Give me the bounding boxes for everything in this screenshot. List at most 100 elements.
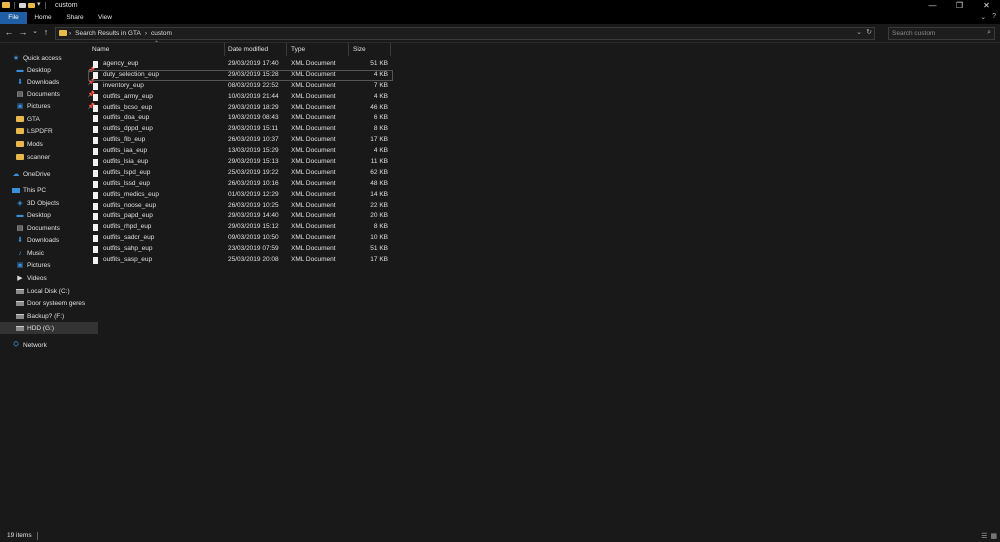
file-type: XML Document (291, 147, 336, 155)
file-date-modified: 25/03/2019 20:08 (228, 256, 279, 264)
sidebar-item-hdd-g[interactable]: HDD (G:) (0, 322, 98, 334)
forward-button[interactable]: → (17, 27, 29, 37)
file-name: outfits_sahp_eup (103, 245, 153, 253)
sidebar-item-desktop[interactable]: ▬ Desktop (0, 209, 98, 221)
sidebar-item-label: OneDrive (23, 170, 51, 178)
column-header-type[interactable]: Type (291, 43, 347, 56)
properties-icon[interactable] (19, 2, 26, 8)
file-row[interactable]: outfits_medics_eup 01/03/2019 12:29 XML Do… (88, 190, 393, 201)
breadcrumb-custom[interactable]: custom (151, 29, 172, 38)
column-header-date-modified[interactable]: Date modified (228, 43, 284, 56)
file-date-modified: 26/03/2019 10:25 (228, 201, 279, 209)
file-date-modified: 29/03/2019 17:40 (228, 60, 279, 67)
file-row[interactable]: inventory_eup 08/03/2019 22:52 XML Documen… (88, 81, 393, 92)
up-button[interactable]: ↑ (40, 27, 52, 37)
file-row[interactable]: outfits_sahp_eup 23/03/2019 07:59 XML Docu… (88, 244, 393, 255)
sidebar-item-documents-pinned[interactable]: ▤ Documents 📌 (0, 88, 98, 100)
search-input[interactable] (892, 28, 977, 38)
minimize-button[interactable]: — (919, 0, 946, 12)
sidebar-item-this-pc[interactable]: This PC (0, 184, 94, 196)
file-row[interactable]: outfits_army_eup 10/03/2019 21:44 XML Docu… (88, 92, 393, 103)
address-bar[interactable]: › Search Results in GTA › custom ⌄ ↻ (55, 27, 875, 40)
file-row[interactable]: outfits_iaa_eup 13/03/2019 15:29 XML Docum… (88, 146, 393, 157)
sidebar-item-pictures-pinned[interactable]: ▣ Pictures 📌 (0, 100, 98, 112)
sidebar-item-local-disk-c[interactable]: Local Disk (C:) (0, 285, 98, 297)
file-row[interactable]: outfits_fib_eup 26/03/2019 10:37 XML Docum… (88, 135, 393, 146)
documents-icon: ▤ (16, 91, 24, 98)
tab-file[interactable]: File (0, 12, 27, 24)
file-row[interactable]: outfits_bcso_eup 29/03/2019 18:29 XML Docu… (88, 103, 393, 114)
large-icons-view-icon[interactable]: ▦ (990, 532, 997, 540)
sidebar-item-network[interactable]: ⛭ Network (0, 339, 94, 351)
breadcrumb-chevron-icon[interactable]: › (69, 29, 71, 38)
sidebar-item-desktop-pinned[interactable]: ▬ Desktop 📌 (0, 64, 98, 76)
file-row[interactable]: outfits_doa_eup 19/03/2019 08:43 XML Docum… (88, 113, 393, 124)
sidebar-item-documents[interactable]: ▤ Documents (0, 222, 98, 234)
tab-home[interactable]: Home (30, 12, 56, 24)
file-row[interactable]: outfits_sadcr_eup 09/03/2019 10:50 XML Doc… (88, 233, 393, 244)
sidebar-item-label: Desktop (27, 211, 51, 219)
file-row[interactable]: duty_selection_eup 29/03/2019 15:28 XML Do… (88, 69, 393, 81)
xml-file-icon (93, 213, 98, 221)
column-divider[interactable] (390, 43, 391, 56)
details-view-icon[interactable]: ☰ (981, 532, 987, 540)
sidebar-item-pictures[interactable]: ▣ Pictures (0, 259, 98, 271)
documents-icon: ▤ (16, 225, 24, 232)
sidebar-item-label: Downloads (27, 236, 60, 244)
file-name: outfits_bcso_eup (103, 103, 153, 111)
sidebar-item-3d-objects[interactable]: ◈ 3D Objects (0, 197, 98, 209)
address-dropdown-icon[interactable]: ⌄ (856, 28, 862, 38)
file-row[interactable]: outfits_lssd_eup 26/03/2019 10:16 XML Docu… (88, 179, 393, 190)
sidebar-item-gta[interactable]: GTA (0, 113, 98, 125)
search-box[interactable]: ⌕ (888, 27, 995, 40)
computer-icon (12, 187, 20, 193)
file-date-modified: 29/03/2019 15:13 (228, 158, 279, 166)
file-row[interactable]: outfits_papd_eup 29/03/2019 14:40 XML Docu… (88, 211, 393, 222)
sidebar-item-music[interactable]: ♪ Music (0, 247, 98, 259)
sidebar-item-videos[interactable]: ▶ Videos (0, 272, 98, 284)
file-row[interactable]: outfits_noose_eup 26/03/2019 10:25 XML Doc… (88, 201, 393, 212)
breadcrumb-search-results[interactable]: Search Results in GTA (75, 29, 141, 38)
sidebar-item-mods[interactable]: Mods (0, 138, 98, 150)
tab-share[interactable]: Share (61, 12, 89, 24)
sidebar-item-quick-access[interactable]: ★ Quick access (0, 52, 94, 64)
column-divider[interactable] (286, 43, 287, 56)
help-icon[interactable]: ? (992, 13, 996, 21)
file-name: outfits_fib_eup (103, 136, 146, 144)
breadcrumb-chevron-icon[interactable]: › (145, 29, 147, 38)
sidebar-item-lspdfr[interactable]: LSPDFR (0, 125, 98, 137)
file-row[interactable]: outfits_lspd_eup 25/03/2019 19:22 XML Docu… (88, 168, 393, 179)
file-size: 6 KB (373, 114, 388, 122)
file-type: XML Document (291, 256, 336, 264)
sidebar-item-downloads[interactable]: ⬇ Downloads (0, 234, 98, 246)
expand-ribbon-icon[interactable]: ⌄ (980, 13, 986, 21)
sidebar-item-backup-f[interactable]: Backup? (F:) (0, 310, 98, 322)
sidebar-item-scanner[interactable]: scanner (0, 151, 98, 163)
column-divider[interactable] (224, 43, 225, 56)
sidebar-item-door-systeem[interactable]: Door systeem geres (0, 297, 98, 309)
file-name: outfits_doa_eup (103, 114, 150, 122)
column-header-name[interactable]: Name (92, 43, 222, 56)
video-icon: ▶ (17, 275, 23, 282)
toolbar-divider (44, 1, 46, 9)
file-type: XML Document (291, 92, 336, 100)
sidebar-item-downloads-pinned[interactable]: ⬇ Downloads 📌 (0, 76, 98, 88)
folder-icon (16, 128, 24, 134)
file-name: outfits_noose_eup (103, 201, 157, 209)
new-folder-icon[interactable] (28, 2, 35, 8)
back-button[interactable]: ← (3, 27, 15, 37)
file-row[interactable]: outfits_lsia_eup 29/03/2019 15:13 XML Docu… (88, 157, 393, 168)
column-divider[interactable] (348, 43, 349, 56)
customize-toolbar-icon[interactable]: ▾ (37, 1, 41, 9)
file-row[interactable]: outfits_rhpd_eup 29/03/2019 15:12 XML Docu… (88, 222, 393, 233)
column-header-size[interactable]: Size (353, 43, 389, 56)
refresh-icon[interactable]: ↻ (866, 28, 872, 38)
tab-view[interactable]: View (93, 12, 117, 24)
close-button[interactable]: ✕ (973, 0, 1000, 12)
sidebar-item-onedrive[interactable]: ☁ OneDrive (0, 168, 94, 180)
file-row[interactable]: outfits_sasp_eup 25/03/2019 20:08 XML Docu… (88, 255, 393, 266)
file-row[interactable]: outfits_dppd_eup 29/03/2019 15:11 XML Docu… (88, 124, 393, 135)
maximize-button[interactable]: ❐ (946, 0, 973, 12)
file-row[interactable]: agency_eup 29/03/2019 17:40 XML Document 51… (88, 59, 393, 70)
sidebar-item-label: Quick access (23, 54, 62, 62)
